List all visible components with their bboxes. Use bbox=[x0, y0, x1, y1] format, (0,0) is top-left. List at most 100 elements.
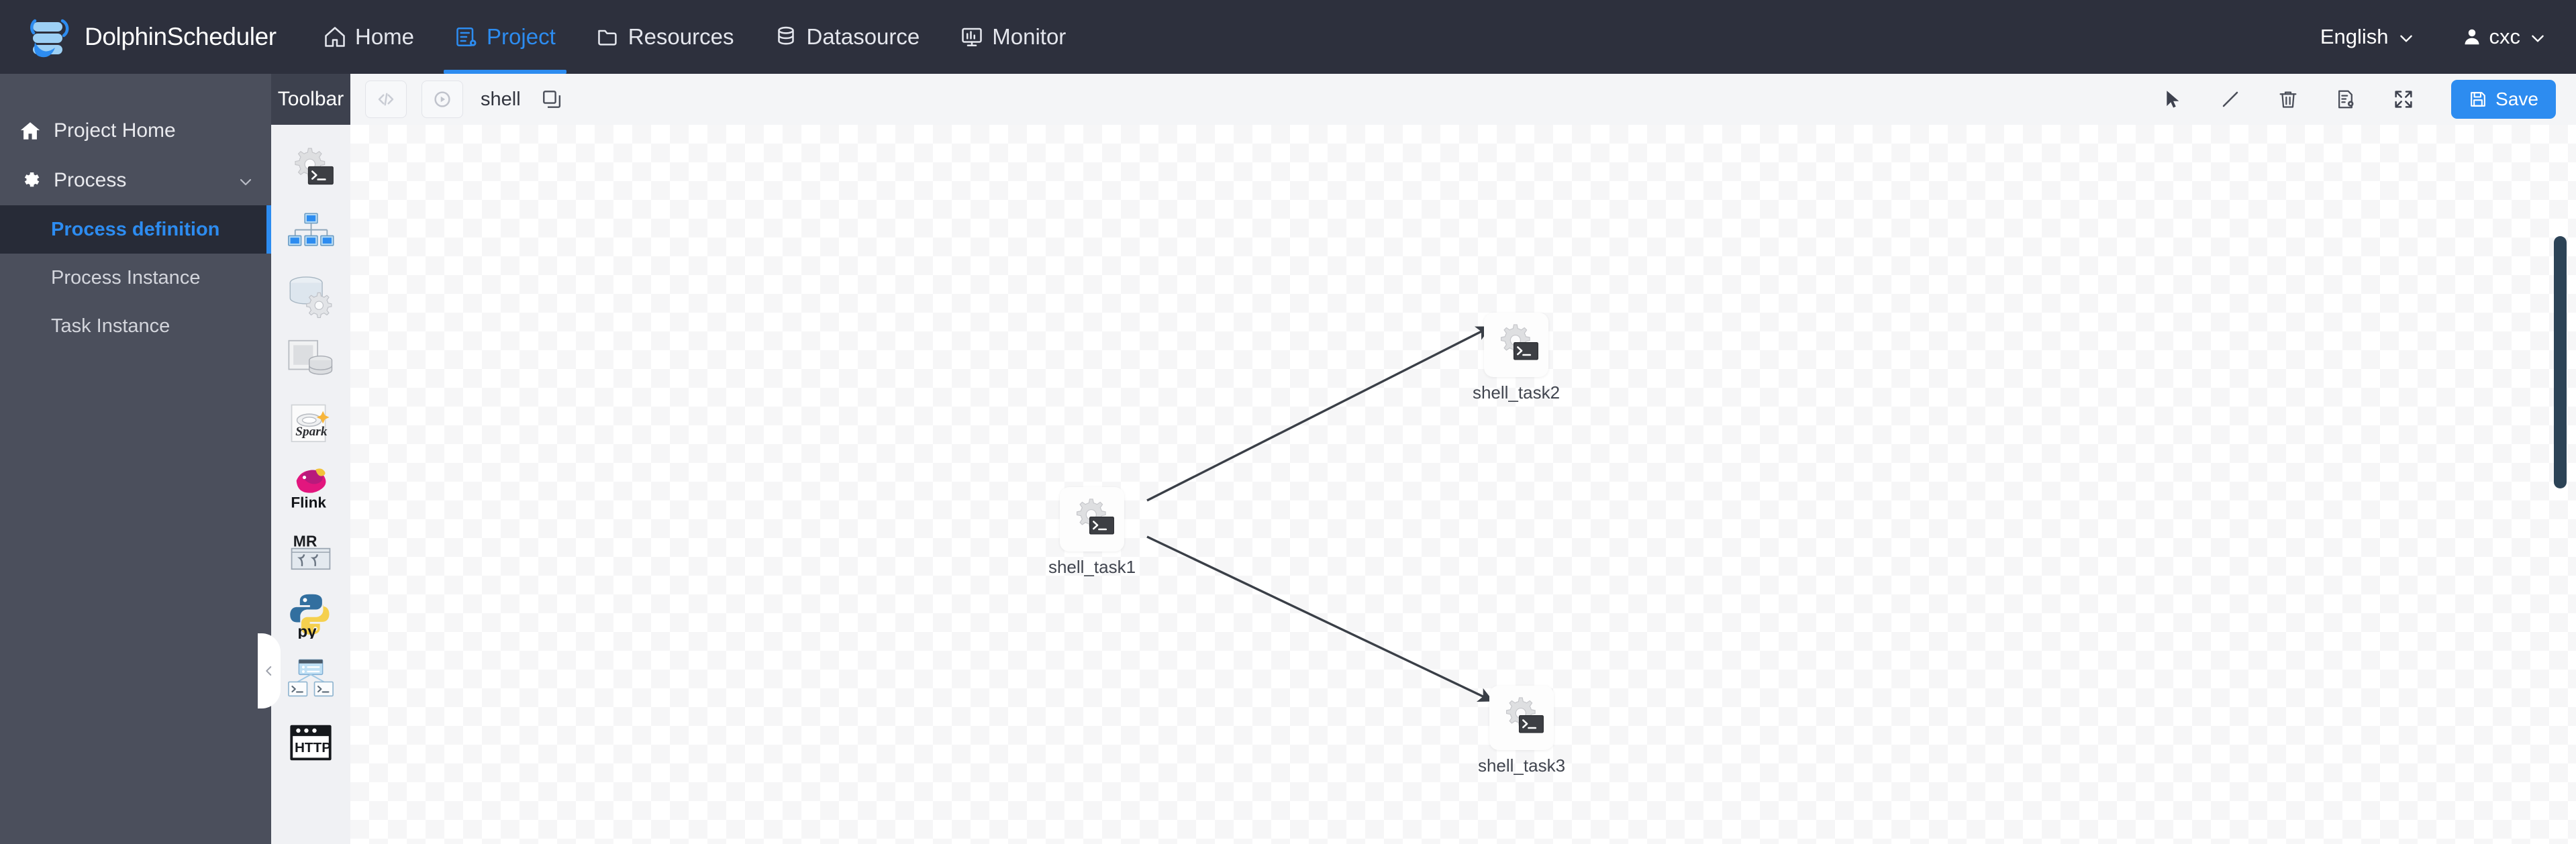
sidebar-item-process[interactable]: Process bbox=[0, 156, 271, 205]
http-task-icon: HTTP bbox=[287, 723, 334, 763]
home-icon bbox=[19, 119, 42, 142]
dag-toolbar: Toolbar shell Save bbox=[271, 74, 2576, 125]
task-palette: Spark Flink MR py HTTP bbox=[271, 125, 350, 844]
dag-toolbar-right: Save bbox=[2136, 74, 2556, 125]
top-navigation-bar: DolphinScheduler Home Project Resources … bbox=[0, 0, 2576, 74]
fullscreen-icon bbox=[2393, 89, 2414, 110]
sidebar-item-project-home[interactable]: Project Home bbox=[0, 106, 271, 156]
svg-text:Spark: Spark bbox=[295, 425, 328, 439]
sidebar-item-project-home-label: Project Home bbox=[54, 119, 176, 142]
line-tool[interactable] bbox=[2210, 78, 2251, 120]
edge-shell_task1-shell_task2[interactable] bbox=[1146, 326, 1492, 502]
fullscreen-tool[interactable] bbox=[2383, 78, 2424, 120]
svg-text:py: py bbox=[297, 623, 317, 639]
dag-canvas[interactable]: shell_task1 shell_task2 shell_task3 bbox=[350, 125, 2576, 844]
python-task-icon: py bbox=[286, 592, 336, 639]
palette-item-sub-process[interactable] bbox=[283, 201, 338, 264]
nav-item-resources[interactable]: Resources bbox=[576, 0, 754, 74]
brand[interactable]: DolphinScheduler bbox=[24, 13, 277, 61]
svg-text:Flink: Flink bbox=[291, 494, 326, 511]
save-button[interactable]: Save bbox=[2451, 80, 2556, 119]
procedure-task-icon bbox=[286, 274, 336, 319]
dag-node-box[interactable] bbox=[1484, 313, 1548, 377]
delete-tool[interactable] bbox=[2267, 78, 2309, 120]
sidebar-item-process-instance-label: Process Instance bbox=[51, 266, 201, 288]
dag-editor: Toolbar shell Save Spark Flink MR py HTT… bbox=[271, 74, 2576, 844]
trash-icon bbox=[2277, 89, 2299, 110]
svg-text:HTTP: HTTP bbox=[295, 740, 331, 755]
dag-node-shell_task3[interactable]: shell_task3 bbox=[1471, 686, 1572, 776]
nav-item-monitor[interactable]: Monitor bbox=[940, 0, 1086, 74]
dag-node-box[interactable] bbox=[1489, 686, 1554, 750]
user-menu[interactable]: cxc bbox=[2462, 25, 2547, 49]
copy-button[interactable] bbox=[541, 89, 562, 110]
sidebar-item-process-definition[interactable]: Process definition bbox=[0, 205, 271, 254]
topbar-right-controls: English cxc bbox=[2320, 0, 2546, 74]
language-selector[interactable]: English bbox=[2320, 25, 2415, 49]
gear-icon bbox=[19, 169, 42, 192]
nav-item-home-label: Home bbox=[355, 24, 415, 49]
shell-task-icon bbox=[1497, 693, 1546, 743]
nav-item-project-label: Project bbox=[487, 24, 556, 49]
document-gear-icon bbox=[2335, 89, 2357, 110]
spark-task-icon: Spark bbox=[286, 402, 336, 446]
chevron-down-icon bbox=[2529, 28, 2546, 46]
save-button-label: Save bbox=[2495, 89, 2538, 109]
shell-task-icon bbox=[285, 144, 336, 195]
nav-item-project[interactable]: Project bbox=[434, 0, 576, 74]
user-icon bbox=[2462, 27, 2482, 47]
chevron-left-icon bbox=[263, 665, 275, 677]
sidebar-item-task-instance[interactable]: Task Instance bbox=[0, 302, 271, 350]
nav-item-datasource[interactable]: Datasource bbox=[754, 0, 940, 74]
shell-task-icon bbox=[1067, 494, 1117, 544]
mapreduce-task-icon: MR bbox=[287, 530, 334, 573]
pointer-tool[interactable] bbox=[2152, 78, 2193, 120]
main-nav: Home Project Resources Datasource Monito… bbox=[303, 0, 1086, 74]
sidebar-item-process-label: Process bbox=[54, 169, 127, 191]
code-view-button[interactable] bbox=[365, 81, 407, 118]
nav-item-monitor-label: Monitor bbox=[992, 24, 1067, 49]
palette-item-python[interactable]: py bbox=[283, 583, 338, 647]
palette-item-sql[interactable] bbox=[283, 328, 338, 392]
palette-item-http[interactable]: HTTP bbox=[283, 710, 338, 774]
code-brackets-icon bbox=[376, 89, 396, 109]
palette-item-flink[interactable]: Flink bbox=[283, 456, 338, 519]
canvas-vertical-scrollbar[interactable] bbox=[2554, 236, 2567, 488]
palette-item-mapreduce[interactable]: MR bbox=[283, 519, 338, 583]
nav-item-resources-label: Resources bbox=[628, 24, 734, 49]
brand-title: DolphinScheduler bbox=[85, 23, 277, 50]
sidebar-item-process-instance[interactable]: Process Instance bbox=[0, 254, 271, 302]
cursor-arrow-icon bbox=[2162, 89, 2183, 110]
dolphin-logo-icon bbox=[24, 13, 81, 61]
format-dag-tool[interactable] bbox=[2325, 78, 2367, 120]
play-button[interactable] bbox=[422, 81, 463, 118]
sidebar-collapse-handle[interactable] bbox=[258, 633, 281, 708]
chevron-down-icon bbox=[238, 172, 254, 189]
line-icon bbox=[2220, 89, 2241, 110]
database-icon bbox=[774, 25, 798, 49]
toolbar-tag[interactable]: Toolbar bbox=[271, 74, 350, 125]
dolphinscheduler-app: DolphinScheduler Home Project Resources … bbox=[0, 0, 2576, 844]
dag-node-box[interactable] bbox=[1060, 487, 1124, 551]
shell-task-icon bbox=[1491, 320, 1541, 370]
palette-item-spark[interactable]: Spark bbox=[283, 392, 338, 456]
chevron-down-icon bbox=[2397, 28, 2415, 46]
palette-item-dependent[interactable] bbox=[283, 647, 338, 710]
monitor-icon bbox=[960, 25, 984, 49]
language-label: English bbox=[2320, 25, 2389, 48]
dag-node-shell_task1[interactable]: shell_task1 bbox=[1042, 487, 1142, 578]
dag-node-shell_task2[interactable]: shell_task2 bbox=[1466, 313, 1567, 403]
dag-node-label: shell_task1 bbox=[1048, 557, 1136, 577]
left-sidebar: Project Home Process Process definition … bbox=[0, 74, 271, 844]
current-task-type-label: shell bbox=[481, 88, 521, 110]
nav-item-home[interactable]: Home bbox=[303, 0, 434, 74]
palette-item-shell[interactable] bbox=[283, 137, 338, 201]
user-name-label: cxc bbox=[2489, 25, 2521, 48]
floppy-disk-icon bbox=[2469, 90, 2495, 109]
edge-shell_task1-shell_task3[interactable] bbox=[1146, 535, 1494, 702]
folder-icon bbox=[596, 25, 620, 49]
palette-item-procedure[interactable] bbox=[283, 264, 338, 328]
nav-item-datasource-label: Datasource bbox=[806, 24, 920, 49]
sql-task-icon bbox=[287, 338, 335, 382]
sidebar-item-task-instance-label: Task Instance bbox=[51, 315, 170, 337]
